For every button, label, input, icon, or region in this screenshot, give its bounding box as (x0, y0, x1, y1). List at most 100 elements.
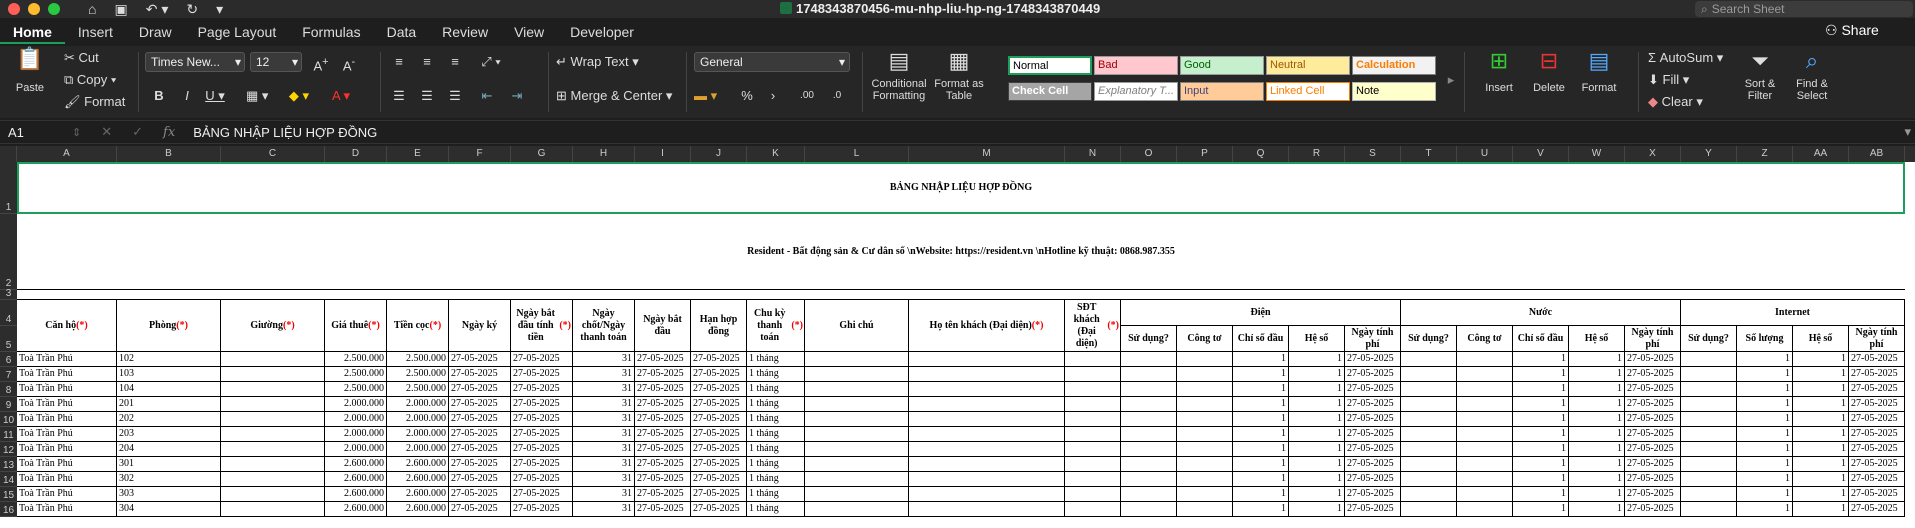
zoom-window-button[interactable] (48, 3, 60, 15)
row-header-9[interactable]: 9 (0, 397, 17, 412)
cell-s6[interactable]: 27-05-2025 (1345, 352, 1401, 367)
align-bottom-icon[interactable]: ≡ (444, 52, 466, 72)
column-header-a[interactable]: A (17, 146, 117, 162)
column-header-aa[interactable]: AA (1793, 146, 1849, 162)
cell-ab9[interactable]: 27-05-2025 (1849, 397, 1905, 412)
cell-n16[interactable] (1065, 502, 1121, 517)
increase-indent-icon[interactable]: ⇥ (506, 86, 528, 106)
style-normal[interactable]: Normal (1008, 56, 1092, 75)
style-check-cell[interactable]: Check Cell (1008, 82, 1092, 101)
percent-button[interactable]: % (736, 86, 758, 106)
share-button[interactable]: ⚇ Share (1825, 22, 1879, 39)
column-header-g[interactable]: G (511, 146, 573, 162)
increase-font-button[interactable]: A+ (310, 52, 332, 73)
cell-p8[interactable] (1177, 382, 1233, 397)
tab-data[interactable]: Data (374, 20, 430, 44)
select-all-corner[interactable] (0, 146, 17, 162)
cell-l7[interactable] (805, 367, 909, 382)
paste-button[interactable]: 📋 Paste (8, 46, 52, 94)
cell-o13[interactable] (1121, 457, 1177, 472)
cell-h12[interactable]: 31 (573, 442, 635, 457)
tab-home[interactable]: Home (0, 20, 65, 44)
cell-p13[interactable] (1177, 457, 1233, 472)
cell-o12[interactable] (1121, 442, 1177, 457)
cell-f14[interactable]: 27-05-2025 (449, 472, 511, 487)
cell-l15[interactable] (805, 487, 909, 502)
column-header-u[interactable]: U (1457, 146, 1513, 162)
cell-y11[interactable] (1681, 427, 1737, 442)
cell-e9[interactable]: 2.000.000 (387, 397, 449, 412)
tab-formulas[interactable]: Formulas (289, 20, 373, 44)
cell-y16[interactable] (1681, 502, 1737, 517)
cell-c13[interactable] (221, 457, 325, 472)
sheet-subtitle-cell[interactable]: Resident - Bất động sản & Cư dân số \nWe… (17, 214, 1905, 290)
cell-s12[interactable]: 27-05-2025 (1345, 442, 1401, 457)
cell-e11[interactable]: 2.000.000 (387, 427, 449, 442)
cell-x16[interactable]: 27-05-2025 (1625, 502, 1681, 517)
cell-q16[interactable]: 1 (1233, 502, 1289, 517)
header-group-internet[interactable]: Internet (1681, 300, 1905, 326)
cell-k8[interactable]: 1 tháng (747, 382, 805, 397)
column-header-t[interactable]: T (1401, 146, 1457, 162)
cell-aa10[interactable]: 1 (1793, 412, 1849, 427)
cancel-icon[interactable]: ✕ (101, 124, 112, 140)
cell-d15[interactable]: 2.600.000 (325, 487, 387, 502)
save-icon[interactable]: ▣ (114, 1, 127, 18)
row-header-15[interactable]: 15 (0, 487, 17, 502)
cell-v7[interactable]: 1 (1513, 367, 1569, 382)
cell-l6[interactable] (805, 352, 909, 367)
column-header-y[interactable]: Y (1681, 146, 1737, 162)
style-explanatory-t-[interactable]: Explanatory T... (1094, 82, 1178, 101)
cell-m14[interactable] (909, 472, 1065, 487)
cell-e13[interactable]: 2.600.000 (387, 457, 449, 472)
cell-g15[interactable]: 27-05-2025 (511, 487, 573, 502)
column-header-h[interactable]: H (573, 146, 635, 162)
cell-p14[interactable] (1177, 472, 1233, 487)
cell-ab7[interactable]: 27-05-2025 (1849, 367, 1905, 382)
merge-center-button[interactable]: ⊞ Merge & Center ▾ (556, 86, 672, 106)
cell-v6[interactable]: 1 (1513, 352, 1569, 367)
cell-v10[interactable]: 1 (1513, 412, 1569, 427)
close-window-button[interactable] (8, 3, 20, 15)
column-header-q[interactable]: Q (1233, 146, 1289, 162)
cell-k11[interactable]: 1 tháng (747, 427, 805, 442)
copy-button[interactable]: ⧉ Copy ▾ (64, 70, 116, 90)
cell-z15[interactable]: 1 (1737, 487, 1793, 502)
column-header-b[interactable]: B (117, 146, 221, 162)
cell-q6[interactable]: 1 (1233, 352, 1289, 367)
header-l[interactable]: Ghi chú (805, 300, 909, 352)
expand-formula-icon[interactable]: ▾ (1904, 124, 1911, 140)
column-header-ab[interactable]: AB (1849, 146, 1905, 162)
cell-y9[interactable] (1681, 397, 1737, 412)
header-e[interactable]: Tiền cọc (*) (387, 300, 449, 352)
header-i[interactable]: Ngày bắt đầu (635, 300, 691, 352)
cell-l12[interactable] (805, 442, 909, 457)
cell-p12[interactable] (1177, 442, 1233, 457)
cell-ab12[interactable]: 27-05-2025 (1849, 442, 1905, 457)
cell-v12[interactable]: 1 (1513, 442, 1569, 457)
column-header-x[interactable]: X (1625, 146, 1681, 162)
empty-row-3[interactable] (17, 290, 1905, 300)
cell-m6[interactable] (909, 352, 1065, 367)
row-header-13[interactable]: 13 (0, 457, 17, 472)
cell-r14[interactable]: 1 (1289, 472, 1345, 487)
cell-h9[interactable]: 31 (573, 397, 635, 412)
cell-s15[interactable]: 27-05-2025 (1345, 487, 1401, 502)
cell-o6[interactable] (1121, 352, 1177, 367)
cell-h8[interactable]: 31 (573, 382, 635, 397)
cell-o16[interactable] (1121, 502, 1177, 517)
cell-o11[interactable] (1121, 427, 1177, 442)
cell-b16[interactable]: 304 (117, 502, 221, 517)
cell-f6[interactable]: 27-05-2025 (449, 352, 511, 367)
style-neutral[interactable]: Neutral (1266, 56, 1350, 75)
cell-u15[interactable] (1457, 487, 1513, 502)
cell-d10[interactable]: 2.000.000 (325, 412, 387, 427)
align-middle-icon[interactable]: ≡ (416, 52, 438, 72)
cell-z12[interactable]: 1 (1737, 442, 1793, 457)
cell-e14[interactable]: 2.600.000 (387, 472, 449, 487)
tab-view[interactable]: View (501, 20, 557, 44)
cell-d8[interactable]: 2.500.000 (325, 382, 387, 397)
cell-w14[interactable]: 1 (1569, 472, 1625, 487)
cell-k6[interactable]: 1 tháng (747, 352, 805, 367)
row-header-5[interactable]: 5 (0, 326, 17, 352)
